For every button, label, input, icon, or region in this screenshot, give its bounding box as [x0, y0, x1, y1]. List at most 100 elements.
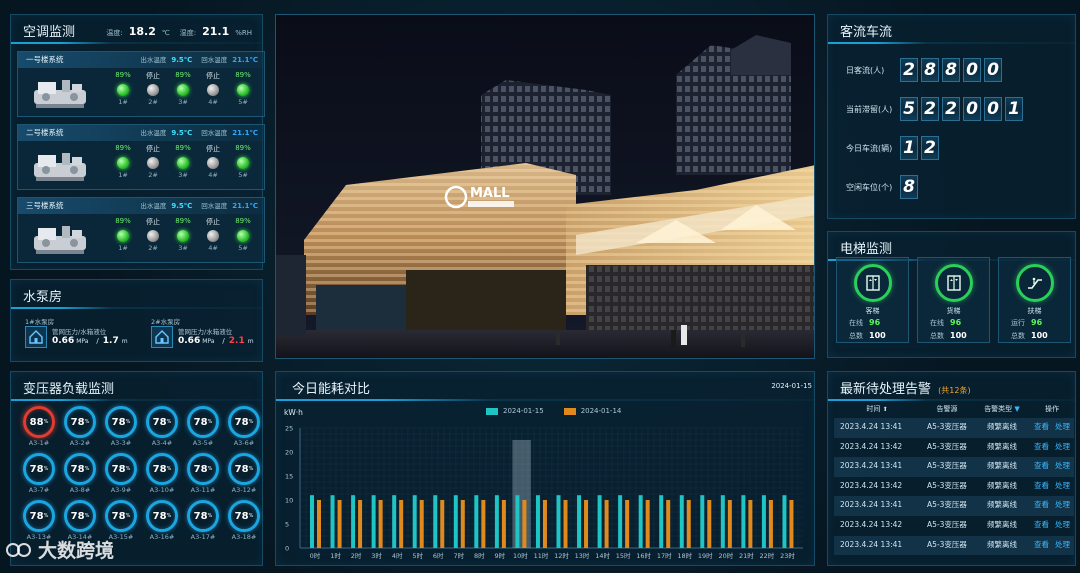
transformer-gauge[interactable]: 78% A3-4#: [142, 406, 182, 447]
bar[interactable]: [460, 500, 465, 548]
bar[interactable]: [645, 500, 650, 548]
col-type[interactable]: 告警类型 ▼: [974, 400, 1030, 418]
transformer-gauge[interactable]: 78% A3-2#: [60, 406, 100, 447]
ac-unit[interactable]: 停止 2#: [138, 144, 168, 179]
pump-room[interactable]: 1#水泵房 管网压力/水箱液位 0.66 MPa /1.7 m: [25, 316, 145, 348]
view-link[interactable]: 查看: [1034, 422, 1049, 431]
ac-unit[interactable]: 89% 1#: [108, 71, 138, 106]
bar[interactable]: [351, 495, 356, 548]
transformer-gauge[interactable]: 78% A3-18#: [224, 500, 264, 541]
bar[interactable]: [371, 495, 376, 548]
bar[interactable]: [481, 500, 486, 548]
ac-unit[interactable]: 停止 4#: [198, 144, 228, 179]
ac-unit[interactable]: 停止 4#: [198, 217, 228, 252]
bar[interactable]: [330, 495, 335, 548]
ac-system-card[interactable]: 三号楼系统 出水温度 9.5℃ 回水温度 21.1℃ 89% 1# 停止 2# 89% 3# 停止 4#…: [17, 197, 265, 263]
bar[interactable]: [412, 495, 417, 548]
bar[interactable]: [700, 495, 705, 548]
bar[interactable]: [474, 495, 479, 548]
elevator-card[interactable]: 扶梯 运行 96 总数 100: [998, 257, 1071, 343]
bar[interactable]: [604, 500, 609, 548]
bar[interactable]: [317, 500, 321, 548]
bar[interactable]: [584, 500, 589, 548]
bar[interactable]: [399, 500, 404, 548]
pump-room[interactable]: 2#水泵房 管网压力/水箱液位 0.66 MPa /2.1 m: [151, 316, 271, 348]
bar[interactable]: [638, 495, 643, 548]
transformer-gauge[interactable]: 78% A3-15#: [101, 500, 141, 541]
bar[interactable]: [337, 500, 342, 548]
bar[interactable]: [659, 495, 664, 548]
sort-icon[interactable]: ⬆: [883, 406, 888, 413]
transformer-gauge[interactable]: 78% A3-13#: [19, 500, 59, 541]
bar[interactable]: [625, 500, 630, 548]
bar[interactable]: [720, 495, 725, 548]
bar[interactable]: [515, 495, 520, 548]
view-link[interactable]: 查看: [1034, 520, 1049, 529]
ac-unit[interactable]: 停止 2#: [138, 71, 168, 106]
col-time[interactable]: 时间 ⬆: [834, 400, 920, 418]
transformer-gauge[interactable]: 78% A3-10#: [142, 453, 182, 494]
ac-unit[interactable]: 89% 1#: [108, 217, 138, 252]
bar[interactable]: [789, 500, 794, 548]
transformer-gauge[interactable]: 78% A3-8#: [60, 453, 100, 494]
transformer-gauge[interactable]: 78% A3-11#: [183, 453, 223, 494]
view-link[interactable]: 查看: [1034, 500, 1049, 509]
transformer-gauge[interactable]: 78% A3-14#: [60, 500, 100, 541]
transformer-gauge[interactable]: 78% A3-12#: [224, 453, 264, 494]
bar[interactable]: [501, 500, 506, 548]
ac-unit[interactable]: 89% 3#: [168, 144, 198, 179]
bar[interactable]: [707, 500, 712, 548]
ac-unit[interactable]: 89% 5#: [228, 71, 258, 106]
bar[interactable]: [522, 500, 527, 548]
bar[interactable]: [440, 500, 445, 548]
bar[interactable]: [378, 500, 383, 548]
view-link[interactable]: 查看: [1034, 481, 1049, 490]
bar[interactable]: [556, 495, 561, 548]
view-link[interactable]: 查看: [1034, 461, 1049, 470]
transformer-gauge[interactable]: 88% A3-1#: [19, 406, 59, 447]
bar[interactable]: [741, 495, 746, 548]
bar[interactable]: [686, 500, 691, 548]
bar[interactable]: [535, 495, 540, 548]
handle-link[interactable]: 处理: [1055, 540, 1070, 549]
bar[interactable]: [618, 495, 623, 548]
bar[interactable]: [563, 500, 568, 548]
ac-unit[interactable]: 89% 5#: [228, 144, 258, 179]
bar[interactable]: [679, 495, 684, 548]
elevator-card[interactable]: 货梯 在线 96 总数 100: [917, 257, 990, 343]
ac-system-card[interactable]: 一号楼系统 出水温度 9.5℃ 回水温度 21.1℃ 89% 1# 停止 2# 89% 3# 停止 4#…: [17, 51, 265, 117]
handle-link[interactable]: 处理: [1055, 481, 1070, 490]
handle-link[interactable]: 处理: [1055, 500, 1070, 509]
handle-link[interactable]: 处理: [1055, 520, 1070, 529]
bar[interactable]: [358, 500, 363, 548]
bar[interactable]: [392, 495, 397, 548]
handle-link[interactable]: 处理: [1055, 422, 1070, 431]
transformer-gauge[interactable]: 78% A3-17#: [183, 500, 223, 541]
bar[interactable]: [453, 495, 458, 548]
ac-unit[interactable]: 89% 1#: [108, 144, 138, 179]
transformer-gauge[interactable]: 78% A3-9#: [101, 453, 141, 494]
bar[interactable]: [310, 495, 314, 548]
view-link[interactable]: 查看: [1034, 442, 1049, 451]
bar[interactable]: [542, 500, 547, 548]
transformer-gauge[interactable]: 78% A3-3#: [101, 406, 141, 447]
bar[interactable]: [727, 500, 732, 548]
bar[interactable]: [768, 500, 773, 548]
bar[interactable]: [748, 500, 753, 548]
bar[interactable]: [597, 495, 602, 548]
ac-unit[interactable]: 停止 2#: [138, 217, 168, 252]
view-link[interactable]: 查看: [1034, 540, 1049, 549]
bar[interactable]: [761, 495, 766, 548]
ac-unit[interactable]: 停止 4#: [198, 71, 228, 106]
ac-unit[interactable]: 89% 3#: [168, 217, 198, 252]
filter-icon[interactable]: ▼: [1014, 405, 1019, 413]
handle-link[interactable]: 处理: [1055, 461, 1070, 470]
bar[interactable]: [494, 495, 499, 548]
transformer-gauge[interactable]: 78% A3-16#: [142, 500, 182, 541]
handle-link[interactable]: 处理: [1055, 442, 1070, 451]
elevator-card[interactable]: 客梯 在线 96 总数 100: [836, 257, 909, 343]
bar[interactable]: [666, 500, 671, 548]
ac-system-card[interactable]: 二号楼系统 出水温度 9.5℃ 回水温度 21.1℃ 89% 1# 停止 2# 89% 3# 停止 4#…: [17, 124, 265, 190]
transformer-gauge[interactable]: 78% A3-7#: [19, 453, 59, 494]
bar[interactable]: [577, 495, 582, 548]
